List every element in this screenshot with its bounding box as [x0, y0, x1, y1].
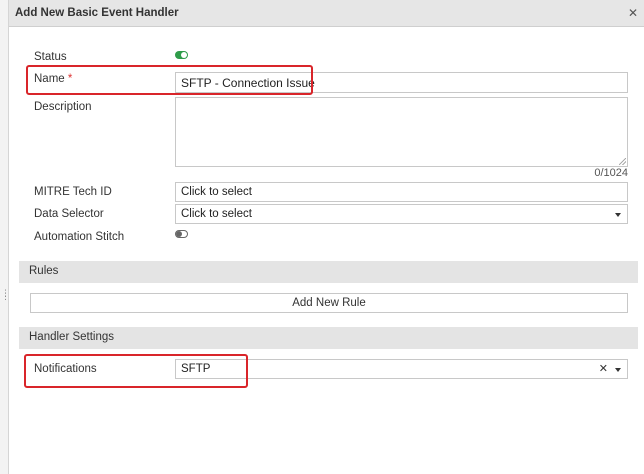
description-label: Description: [34, 101, 92, 113]
name-input[interactable]: SFTP - Connection Issue: [175, 72, 628, 93]
handler-settings-section-header: Handler Settings: [19, 327, 638, 349]
automation-stitch-label: Automation Stitch: [34, 231, 125, 243]
dialog-header: Add New Basic Event Handler ✕: [9, 0, 644, 27]
description-textarea[interactable]: [175, 97, 628, 167]
name-label: Name *: [34, 73, 72, 85]
add-event-handler-dialog: Add New Basic Event Handler ✕ Status Nam…: [9, 0, 644, 474]
dialog-title: Add New Basic Event Handler: [15, 7, 179, 19]
automation-stitch-toggle[interactable]: [175, 230, 188, 238]
name-label-text: Name: [34, 73, 65, 85]
rules-section-header: Rules: [19, 261, 638, 283]
chevron-down-icon[interactable]: [615, 213, 621, 217]
chevron-down-icon[interactable]: [615, 368, 621, 372]
resize-handle-icon[interactable]: [619, 158, 626, 165]
mitre-label: MITRE Tech ID: [34, 186, 112, 198]
notifications-label: Notifications: [34, 363, 97, 375]
add-new-rule-button[interactable]: Add New Rule: [30, 293, 628, 313]
status-toggle[interactable]: [175, 51, 188, 59]
status-label: Status: [34, 51, 67, 63]
left-resize-edge[interactable]: ⋮ ⋮: [0, 0, 10, 474]
data-selector-placeholder: Click to select: [181, 208, 252, 220]
close-icon[interactable]: ✕: [628, 6, 638, 20]
data-selector-label: Data Selector: [34, 208, 104, 220]
mitre-placeholder: Click to select: [181, 186, 252, 198]
notifications-value: SFTP: [181, 363, 211, 375]
data-selector-dropdown[interactable]: Click to select: [175, 204, 628, 224]
required-mark: *: [67, 73, 73, 85]
description-counter: 0/1024: [594, 167, 628, 179]
clear-icon[interactable]: ✕: [599, 362, 608, 375]
mitre-tech-id-select[interactable]: Click to select: [175, 182, 628, 202]
notifications-select[interactable]: SFTP ✕: [175, 359, 628, 379]
